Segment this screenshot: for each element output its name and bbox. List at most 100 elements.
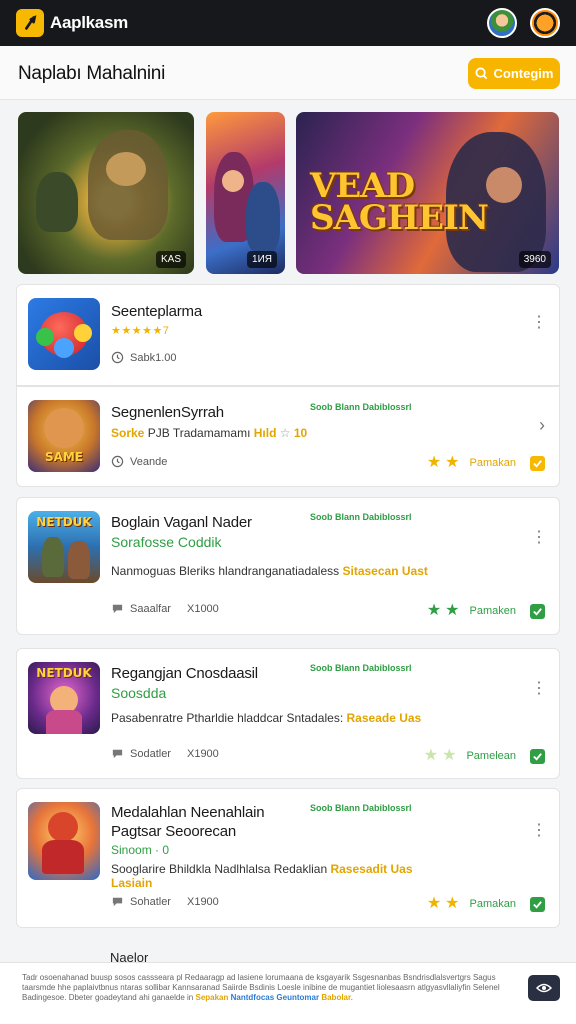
featured-banner-3[interactable]: VEAD SAGHEIN 3960 <box>296 112 559 274</box>
comment-icon <box>112 604 123 614</box>
comment-icon <box>112 897 123 907</box>
star-icon: ★ <box>445 602 460 619</box>
star-icon: ★ <box>445 895 460 912</box>
cookie-link[interactable]: Nantdfocas Geuntomar <box>231 993 319 1002</box>
star-icon: ☆ <box>279 426 291 440</box>
rating-row[interactable]: ★ ★ Pamakan <box>427 896 545 912</box>
profile-avatar[interactable] <box>530 8 560 38</box>
card-description: Sorke PJB Tradamamamı Hıld ☆ 10 <box>111 426 308 440</box>
banner-title: VEAD SAGHEIN <box>310 166 489 238</box>
star-icon: ★ <box>442 747 457 764</box>
star-icon: ★ <box>445 454 460 471</box>
checkbox[interactable] <box>530 896 545 912</box>
list-item[interactable]: NETDUK Boglain Vaganl Nader Sorafosse Co… <box>16 497 560 635</box>
cookie-text: Tadr osoenahanad buusp sosos cassseara p… <box>22 973 500 1002</box>
clock-icon <box>111 351 124 364</box>
card-meta: Sabk1.00 <box>111 351 176 364</box>
star-icon: ★ <box>426 602 442 619</box>
card-title: SegnenlenSyrrah <box>111 404 224 421</box>
app-name: Aaplkasm <box>50 13 128 32</box>
rating-label: Pamakan <box>469 457 516 469</box>
meta-text: Veande <box>130 455 168 468</box>
meta-text: Sabk1.00 <box>130 351 177 364</box>
thumb-label: NETDUK <box>36 666 92 680</box>
chevron-right-icon[interactable]: › <box>539 415 545 436</box>
cta-label: Contegim <box>493 66 554 81</box>
card-subtitle: Sorafosse Coddik <box>111 534 222 550</box>
card-description: Pasabenratre Ptharldie hladdcar Sntadale… <box>111 711 422 725</box>
card-tag: Soob Blann Dabiblossrl <box>310 803 412 813</box>
cookie-link[interactable]: Babolar. <box>321 993 353 1002</box>
meta-count: X1900 <box>186 747 219 760</box>
app-thumbnail: SAME <box>28 400 100 472</box>
meta-count: X1900 <box>186 895 219 908</box>
cookie-banner: Tadr osoenahanad buusp sosos cassseara p… <box>0 962 576 1024</box>
card-subtitle: Soosdda <box>111 685 167 701</box>
rating-stars: ★★★★★7 <box>111 325 170 337</box>
meta-text: Sohatler <box>130 895 171 908</box>
card-title: Seenteplarma <box>111 303 202 320</box>
checkbox[interactable] <box>530 603 545 619</box>
rating-label: Pamaken <box>469 605 516 617</box>
banner-tag: 3960 <box>518 251 551 268</box>
featured-banner-2[interactable]: 1ИЯ <box>206 112 285 274</box>
checkbox[interactable] <box>530 748 545 764</box>
star-icon: ★ <box>426 895 442 912</box>
star-icon: ★ <box>423 747 439 764</box>
app-thumbnail <box>28 802 100 880</box>
checkbox[interactable] <box>530 455 545 471</box>
banner-tag: KAS <box>155 251 186 268</box>
rating-row[interactable]: ★ ★ Pamakan <box>427 455 545 471</box>
more-options-icon[interactable]: ⋮ <box>531 823 547 839</box>
card-description: Nanmoguas Bleriks hlandranganatiadaless … <box>111 564 428 578</box>
thumb-label: SAME <box>44 450 84 464</box>
list-item[interactable]: NETDUK Regangjan Cnosdaasil Soosdda Soob… <box>16 648 560 779</box>
list-item[interactable]: Seenteplarma ★★★★★7 Sabk1.00 ⋮ <box>16 284 560 386</box>
top-bar: Aaplkasm <box>0 0 576 46</box>
card-title: Boglain Vaganl Nader <box>111 514 252 531</box>
card-meta: Saaalfar X1000 <box>111 602 219 615</box>
user-avatar[interactable] <box>487 8 517 38</box>
meta-count: X1000 <box>186 602 219 615</box>
card-tag: Soob Blann Dabiblossrl <box>310 512 412 522</box>
rating-row[interactable]: ★ ★ Pamelean <box>424 748 545 764</box>
card-subtitle: Sinoom · 0 <box>111 843 170 857</box>
card-title: Regangjan Cnosdaasil <box>111 665 258 682</box>
star-icon: ★ <box>426 454 442 471</box>
app-thumbnail: NETDUK <box>28 511 100 583</box>
clock-icon <box>111 455 124 468</box>
card-description-line2: Lasiain <box>111 876 153 890</box>
card-tag: Soob Blann Dabiblossrl <box>310 402 412 412</box>
rating-row[interactable]: ★ ★ Pamaken <box>427 603 545 619</box>
meta-text: Sodatler <box>130 747 171 760</box>
cta-button[interactable]: Contegim <box>468 58 560 89</box>
card-meta: Veande <box>111 455 167 468</box>
list-item[interactable]: SAME SegnenlenSyrrah Soob Blann Dabiblos… <box>16 386 560 487</box>
more-options-icon[interactable]: ⋮ <box>531 681 547 697</box>
card-tag: Soob Blann Dabiblossrl <box>310 663 412 673</box>
section-heading-cut: Naelor <box>110 950 149 962</box>
banner-tag: 1ИЯ <box>247 251 277 268</box>
cookie-accept-button[interactable] <box>528 975 560 1001</box>
card-meta: Sohatler X1900 <box>111 895 219 908</box>
featured-banner-1[interactable]: KAS <box>18 112 194 274</box>
list-item[interactable]: Medalahlan Neenahlain Pagtsar Seoorecan … <box>16 788 560 928</box>
search-icon <box>474 67 487 80</box>
app-thumbnail: NETDUK <box>28 662 100 734</box>
card-description: Sooglarire Bhildkla Nadlhlalsa Redaklian… <box>111 862 413 876</box>
meta-text: Saaalfar <box>130 602 171 615</box>
more-options-icon[interactable]: ⋮ <box>531 315 547 331</box>
page-header: Naplabı Mahalnini Contegim <box>0 46 576 100</box>
card-title: Medalahlan Neenahlain <box>111 804 265 821</box>
eye-icon <box>536 983 552 993</box>
card-meta: Sodatler X1900 <box>111 747 219 760</box>
thumb-label: NETDUK <box>36 515 92 529</box>
more-options-icon[interactable]: ⋮ <box>531 530 547 546</box>
card-title-line2: Pagtsar Seoorecan <box>111 823 237 840</box>
app-thumbnail <box>28 298 100 370</box>
app-logo-icon[interactable] <box>16 9 44 37</box>
rating-label: Pamelean <box>466 750 516 762</box>
page-title: Naplabı Mahalnini <box>18 63 165 84</box>
cookie-link[interactable]: Sepakan <box>195 993 228 1002</box>
comment-icon <box>112 749 123 759</box>
